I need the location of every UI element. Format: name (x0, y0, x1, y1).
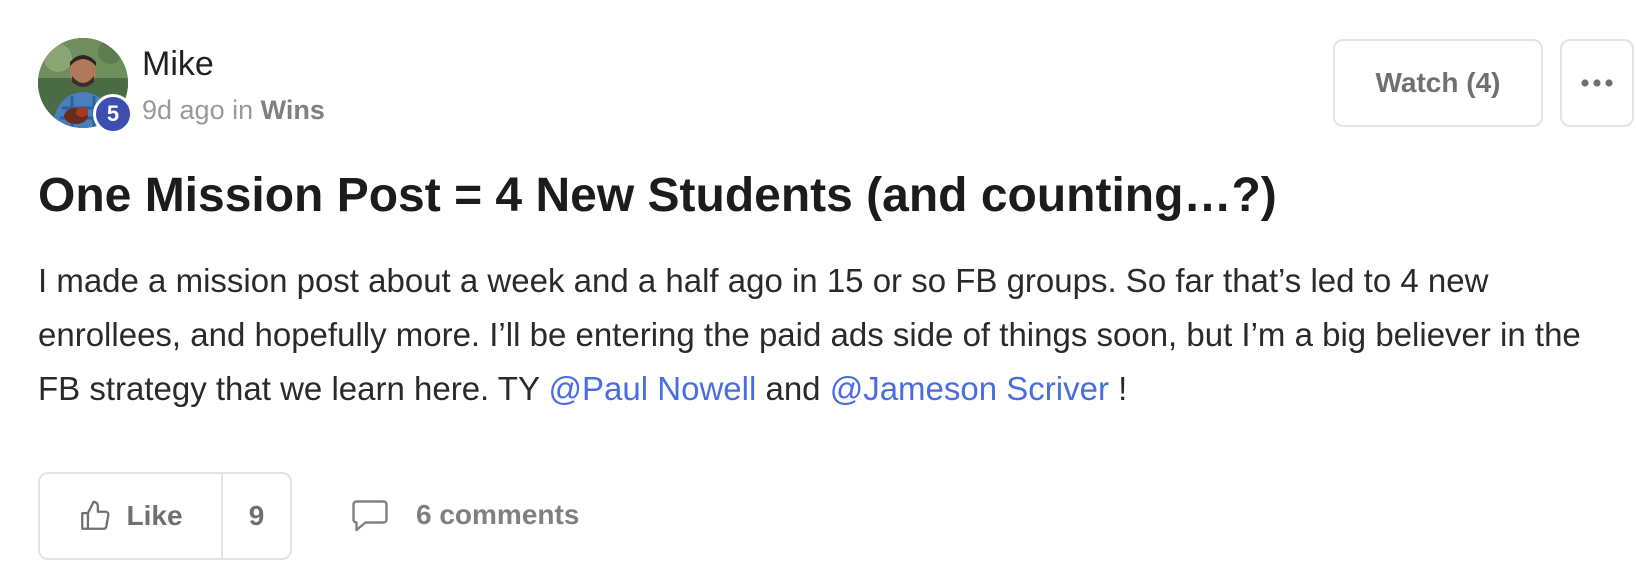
more-options-button[interactable] (1560, 39, 1634, 127)
like-group: Like 9 (38, 472, 292, 560)
avatar-container[interactable]: 5 (38, 38, 133, 134)
comments-label: 6 comments (416, 499, 580, 530)
thumbs-up-icon (81, 500, 110, 530)
post-meta: Mike 9d ago in Wins (142, 38, 325, 126)
like-button[interactable]: Like (40, 474, 223, 558)
comment-bubble-icon (352, 500, 388, 532)
comments-button[interactable]: 6 comments (350, 490, 579, 540)
post-time: 9d ago (142, 95, 225, 125)
author-name[interactable]: Mike (142, 44, 325, 84)
like-label: Like (126, 500, 183, 531)
meta-in-word: in (232, 95, 254, 125)
mention-jameson-scriver[interactable]: @Jameson Scriver (830, 370, 1109, 407)
watch-button[interactable]: Watch (4) (1333, 39, 1543, 127)
like-count[interactable]: 9 (223, 474, 290, 558)
post-card: 5 Mike 9d ago in Wins Watch (4) One Miss… (0, 0, 1636, 582)
category-link[interactable]: Wins (261, 95, 325, 125)
post-title[interactable]: One Mission Post = 4 New Students (and c… (38, 166, 1277, 226)
post-body-end: ! (1108, 370, 1128, 407)
ellipsis-icon (1581, 79, 1613, 87)
post-body-and: and (756, 370, 830, 407)
mention-paul-nowell[interactable]: @Paul Nowell (549, 370, 757, 407)
post-body: I made a mission post about a week and a… (38, 254, 1628, 416)
post-meta-line: 9d ago in Wins (142, 94, 325, 126)
post-header: 5 Mike 9d ago in Wins (38, 38, 325, 134)
level-badge: 5 (93, 94, 133, 134)
